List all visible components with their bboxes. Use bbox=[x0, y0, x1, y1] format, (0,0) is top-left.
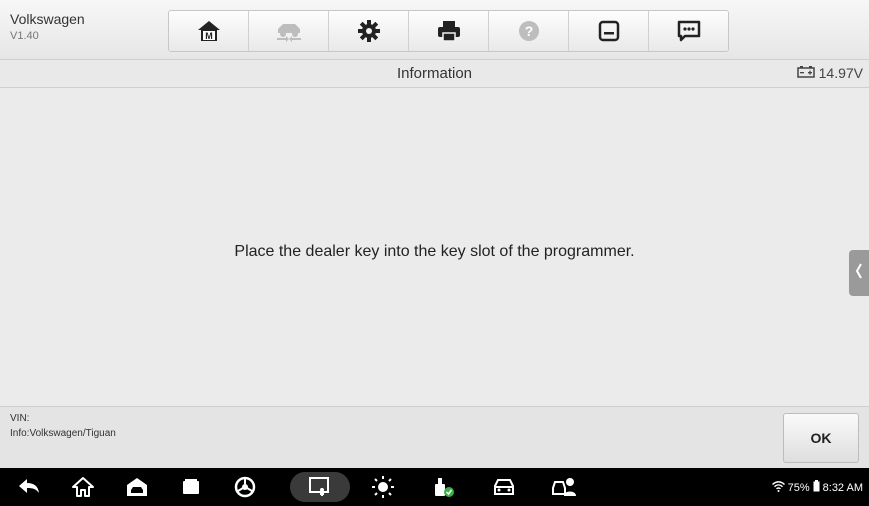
settings-button[interactable] bbox=[329, 11, 409, 51]
vehicle-swap-button[interactable] bbox=[249, 11, 329, 51]
ok-button[interactable]: OK bbox=[783, 413, 859, 463]
help-icon: ? bbox=[517, 19, 541, 43]
top-bar: Volkswagen V1.40 M ? bbox=[0, 0, 869, 60]
battery-icon bbox=[796, 65, 815, 81]
remote-support-icon[interactable] bbox=[551, 475, 577, 499]
side-panel-toggle[interactable] bbox=[849, 250, 869, 296]
voltage-readout: 14.97V bbox=[796, 65, 863, 81]
home-button[interactable]: M bbox=[169, 11, 249, 51]
vin-label: VIN: bbox=[10, 413, 30, 424]
vehicle-swap-icon bbox=[274, 19, 304, 43]
system-nav-bar: 75% 8:32 AM bbox=[0, 468, 869, 506]
clock: 8:32 AM bbox=[822, 481, 863, 494]
save-button[interactable] bbox=[569, 11, 649, 51]
page-title: Information bbox=[396, 65, 473, 82]
wifi-icon bbox=[771, 480, 785, 495]
car-icon[interactable] bbox=[491, 475, 517, 499]
battery-percent: 75% bbox=[787, 481, 810, 494]
status-area: 75% 8:32 AM bbox=[771, 480, 863, 495]
app-version: V1.40 bbox=[10, 30, 39, 42]
save-icon bbox=[597, 19, 621, 43]
footer-bar: VIN: Info:Volkswagen/Tiguan OK bbox=[0, 406, 869, 469]
printer-icon bbox=[436, 19, 462, 43]
print-button[interactable] bbox=[409, 11, 489, 51]
home-icon: M bbox=[196, 19, 222, 43]
message-button[interactable] bbox=[649, 11, 728, 51]
vehicle-info: Info:Volkswagen/Tiguan bbox=[10, 428, 116, 439]
app-name: Volkswagen bbox=[10, 11, 85, 27]
svg-text:?: ? bbox=[524, 23, 533, 39]
vci-connection-icon[interactable] bbox=[431, 475, 457, 499]
voltage-value: 14.97V bbox=[818, 65, 863, 81]
toolbar: M ? bbox=[168, 10, 729, 52]
message-icon bbox=[676, 19, 702, 43]
brightness-icon[interactable] bbox=[370, 475, 396, 499]
svg-text:M: M bbox=[205, 31, 213, 41]
content-area: Place the dealer key into the key slot o… bbox=[0, 88, 869, 406]
instruction-message: Place the dealer key into the key slot o… bbox=[234, 243, 635, 260]
browser-icon[interactable] bbox=[232, 475, 258, 499]
device-battery-icon bbox=[813, 480, 820, 495]
title-bar: Information 14.97V bbox=[0, 60, 869, 88]
chevron-left-icon bbox=[854, 262, 864, 285]
recent-apps-icon[interactable] bbox=[178, 475, 204, 499]
screen-cast-icon[interactable] bbox=[307, 475, 333, 499]
home-nav-icon[interactable] bbox=[70, 475, 96, 499]
help-button[interactable]: ? bbox=[489, 11, 569, 51]
back-icon[interactable] bbox=[16, 475, 42, 499]
gear-icon bbox=[357, 19, 381, 43]
car-home-icon[interactable] bbox=[124, 475, 150, 499]
